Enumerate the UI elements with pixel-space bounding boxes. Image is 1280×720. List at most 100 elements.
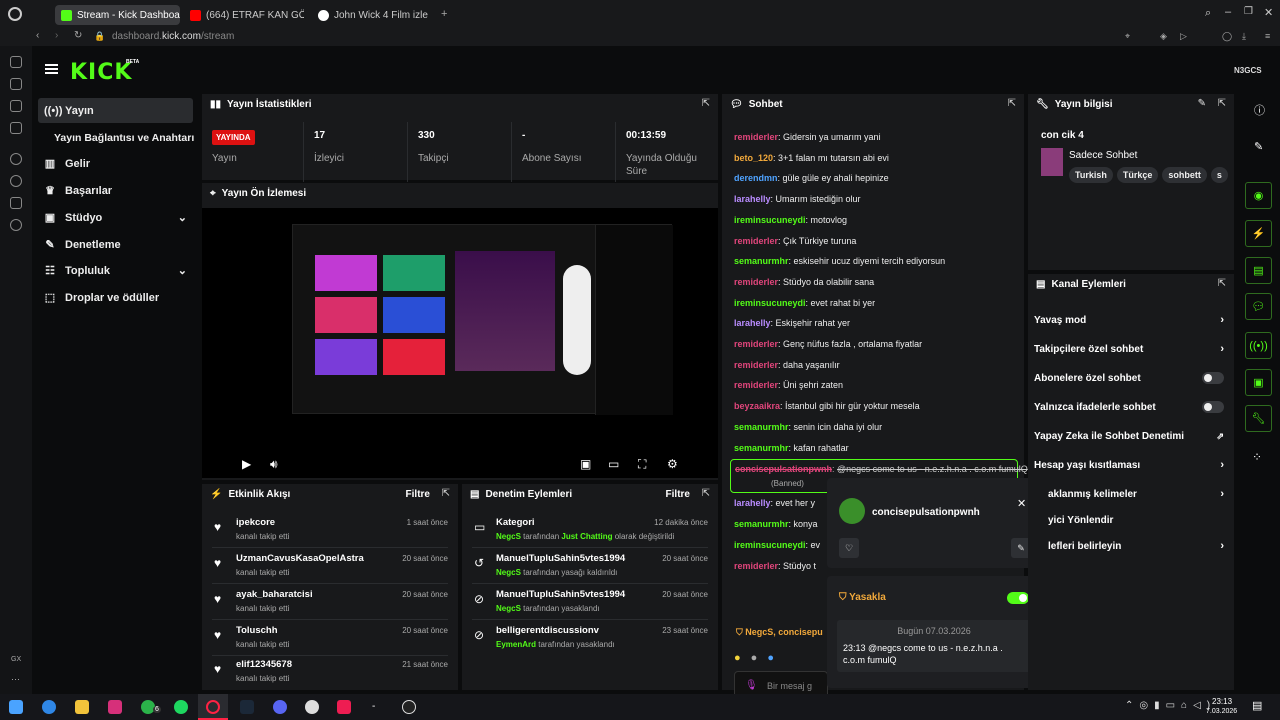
microphone-icon[interactable]: 🎙︎ bbox=[745, 680, 758, 691]
filter-button[interactable]: Filtre bbox=[406, 489, 430, 500]
steam-icon[interactable] bbox=[240, 700, 254, 714]
activity-name[interactable]: ipekcore bbox=[236, 517, 275, 528]
filter-button[interactable]: Filtre bbox=[666, 489, 690, 500]
sidebar-item-yayin[interactable]: ((•)) Yayın bbox=[38, 98, 193, 123]
sidebar-shop-icon[interactable] bbox=[10, 78, 22, 90]
chat-icon[interactable]: 💬︎ bbox=[1245, 293, 1272, 320]
download-icon[interactable]: ⤓ bbox=[1242, 31, 1246, 42]
sidebar-settings-icon[interactable] bbox=[10, 219, 22, 231]
reload-icon[interactable]: ↻ bbox=[74, 30, 82, 41]
action-followers-only[interactable]: Takipçilere özel sohbet › bbox=[1034, 335, 1224, 363]
chat-username[interactable]: ireminsucuneydi bbox=[734, 298, 806, 308]
activity-name[interactable]: elif12345678 bbox=[236, 659, 292, 670]
file-explorer-icon[interactable] bbox=[75, 700, 89, 714]
settings-icon[interactable]: ⚙ bbox=[667, 457, 678, 471]
action-account-age[interactable]: Hesap yaşı kısıtlaması › bbox=[1034, 451, 1224, 479]
instagram-icon[interactable] bbox=[108, 700, 122, 714]
action-banned-words[interactable]: aklanmış kelimeler › bbox=[1048, 480, 1224, 508]
moderation-name[interactable]: ManuelTupluSahin5vtes1994 bbox=[496, 589, 625, 600]
moderation-name[interactable]: belligerentdiscussionv bbox=[496, 625, 599, 636]
activity-name[interactable]: UzmanCavusKasaOpelAstra bbox=[236, 553, 364, 564]
chat-username[interactable]: semanurmhr bbox=[734, 422, 789, 432]
app-icon[interactable] bbox=[402, 700, 416, 714]
fullscreen-icon[interactable]: ⛶ bbox=[638, 457, 646, 472]
camera-icon[interactable]: ◉ bbox=[1245, 182, 1272, 209]
sidebar-home-icon[interactable] bbox=[10, 56, 22, 68]
subscribers-toggle[interactable] bbox=[1202, 372, 1224, 384]
chat-username[interactable]: remiderler bbox=[734, 339, 778, 349]
chat-username[interactable]: larahelly bbox=[734, 318, 771, 328]
chat-username[interactable]: remiderler bbox=[734, 380, 778, 390]
sidebar-history-icon[interactable] bbox=[10, 175, 22, 187]
new-tab-icon[interactable]: + bbox=[441, 8, 447, 20]
emote-icon[interactable]: ● bbox=[751, 652, 758, 668]
opera-gx-icon[interactable] bbox=[8, 7, 22, 21]
chat-username[interactable]: remiderler bbox=[734, 277, 778, 287]
sidebar-item-gelir[interactable]: ▥ Gelir bbox=[38, 151, 193, 176]
clock-date[interactable]: 7.03.2026 bbox=[1206, 708, 1237, 715]
moderator-name[interactable]: NegcS bbox=[496, 568, 521, 577]
emote-icon[interactable]: ● bbox=[734, 652, 741, 668]
chat-username[interactable]: larahelly bbox=[734, 194, 771, 204]
action-raid[interactable]: yici Yönlendir bbox=[1048, 506, 1224, 534]
moderator-name[interactable]: NegcS bbox=[496, 604, 521, 613]
menu-icon[interactable]: ≡ bbox=[1265, 31, 1270, 41]
moderator-name[interactable]: NegcS bbox=[496, 532, 521, 541]
sidebar-extensions-icon[interactable] bbox=[10, 197, 22, 209]
opera-gx-taskbar-icon[interactable] bbox=[198, 694, 228, 720]
bookmark-icon[interactable]: ⌖ bbox=[1125, 31, 1130, 42]
sidebar-item-droplar[interactable]: ⬚ Droplar ve ödüller bbox=[38, 285, 193, 310]
play-icon[interactable]: ▷ bbox=[1180, 31, 1187, 42]
moderator-name[interactable]: EymenArd bbox=[496, 640, 536, 649]
action-set-goals[interactable]: lefleri belirleyin › bbox=[1048, 532, 1224, 560]
chat-username[interactable]: remiderler bbox=[734, 561, 778, 571]
kick-logo[interactable]: KICK bbox=[70, 60, 132, 85]
url-field[interactable]: dashboard.kick.com/stream bbox=[112, 31, 234, 42]
taskbar-dash-icon[interactable]: - bbox=[372, 701, 375, 712]
chat-username[interactable]: semanurmhr bbox=[734, 519, 789, 529]
edit-icon[interactable]: ✎ bbox=[1198, 98, 1206, 109]
close-icon[interactable]: ✕ bbox=[1017, 497, 1026, 510]
chat-username[interactable]: semanurmhr bbox=[734, 256, 789, 266]
sidebar-item-denetleme[interactable]: ✎ Denetleme bbox=[38, 232, 193, 257]
popout-icon[interactable]: ⇱ bbox=[442, 488, 450, 499]
chat-username[interactable]: larahelly bbox=[734, 498, 771, 508]
maximize-icon[interactable]: ❐ bbox=[1244, 6, 1253, 17]
sidebar-item-studyo[interactable]: ▣ Stüdyo ⌄ bbox=[38, 205, 193, 230]
spotify-icon[interactable] bbox=[174, 700, 188, 714]
apps-icon[interactable]: ⁘ bbox=[1252, 450, 1262, 464]
popout-icon[interactable]: ⇱ bbox=[702, 488, 710, 499]
edge-icon[interactable] bbox=[42, 700, 56, 714]
popout-icon[interactable]: ⇱ bbox=[702, 98, 710, 109]
play-icon[interactable]: ▶ bbox=[242, 457, 251, 471]
more-icon[interactable]: ⋯ bbox=[11, 674, 20, 685]
clock-time[interactable]: 23:13 bbox=[1212, 697, 1232, 706]
chat-username[interactable]: concisepulsationpwnh bbox=[735, 464, 832, 474]
lightning-icon[interactable]: ⚡ bbox=[1245, 220, 1272, 247]
tag[interactable]: sohbett bbox=[1162, 167, 1207, 183]
chat-username[interactable]: semanurmhr bbox=[734, 443, 789, 453]
category-name[interactable]: Sadece Sohbet bbox=[1069, 150, 1137, 161]
tab-kick-dashboard[interactable]: Stream - Kick Dashboard bbox=[55, 5, 180, 25]
pip-icon[interactable]: ▣ bbox=[580, 457, 591, 471]
action-ai-moderation[interactable]: Yapay Zeka ile Sohbet Denetimi ⇗ bbox=[1034, 422, 1224, 450]
chat-username[interactable]: remiderler bbox=[734, 360, 778, 370]
obs-icon[interactable] bbox=[305, 700, 319, 714]
search-icon[interactable]: ⌕ bbox=[1205, 7, 1211, 20]
info-icon[interactable]: ⓘ bbox=[1254, 102, 1265, 118]
forward-icon[interactable]: › bbox=[55, 30, 58, 41]
sidebar-item-topluluk[interactable]: ☷ Topluluk ⌄ bbox=[38, 258, 193, 283]
shield-icon[interactable]: ◈ bbox=[1160, 31, 1167, 42]
sidebar-item-basarilar[interactable]: ♛ Başarılar bbox=[38, 178, 193, 203]
notification-center-icon[interactable]: ▤ bbox=[1252, 699, 1262, 712]
sidebar-item-stream-key[interactable]: Yayın Bağlantısı ve Anahtarı bbox=[38, 125, 206, 150]
back-icon[interactable]: ‹ bbox=[36, 30, 39, 41]
ban-toggle[interactable] bbox=[1007, 592, 1029, 604]
emote-icon[interactable]: ● bbox=[767, 652, 774, 668]
wrench-icon[interactable]: 🔧︎ bbox=[1245, 405, 1272, 432]
start-icon[interactable] bbox=[9, 700, 23, 714]
popout-icon[interactable]: ⇱ bbox=[1218, 278, 1226, 289]
user-avatar-tag[interactable]: N3GCS bbox=[1234, 66, 1262, 75]
clipboard-icon[interactable]: ▤ bbox=[1245, 257, 1272, 284]
minimize-icon[interactable]: – bbox=[1225, 6, 1231, 18]
